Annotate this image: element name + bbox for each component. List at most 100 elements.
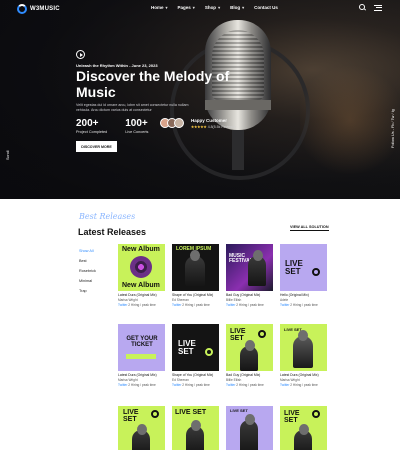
- album-cover[interactable]: LIVE SET: [280, 244, 327, 291]
- discover-more-button[interactable]: DISCOVER MORE: [76, 141, 117, 152]
- menu-item-blog[interactable]: Blog ▾: [230, 5, 244, 10]
- site-logo[interactable]: W3MUSIC: [17, 4, 60, 14]
- track-title[interactable]: Latest Dura (Original Mix): [118, 293, 165, 297]
- hero-description: Velit egestas dui id ornare arcu, lobm s…: [76, 103, 189, 112]
- scroll-indicator[interactable]: Scroll: [6, 151, 10, 161]
- album-cover[interactable]: LOREM IPSUM: [172, 244, 219, 291]
- track-meta: Twitter 2 Hiring / peak time: [280, 303, 318, 308]
- menu-label: Pages: [177, 5, 191, 10]
- cover-text: LIVE SET: [230, 408, 248, 413]
- track-meta: Twitter 2 Hiring / peak time: [226, 303, 264, 308]
- artist-photo: [293, 330, 313, 368]
- release-card[interactable]: LIVE SET: [226, 406, 273, 450]
- album-cover[interactable]: LIVE SET: [280, 406, 327, 450]
- cover-text: LIVE SET: [123, 409, 139, 423]
- album-cover[interactable]: GET YOUR TICKET: [118, 324, 165, 371]
- artist-photo: [185, 250, 205, 286]
- genre-filter: Show All Best Rosebrick Minimal Trap: [78, 246, 96, 296]
- rating: ★★★★★ 4.8(5.5k Reviews): [191, 125, 236, 129]
- release-card[interactable]: MUSIC FESTIVAL Bad Guy (Original Mix) Bi…: [226, 244, 273, 307]
- cover-text: LIVE SET: [284, 410, 300, 424]
- hero-stats: 200+ Project Completed 100+ Live Concert…: [76, 118, 148, 134]
- stat-value: 200+: [76, 118, 99, 129]
- release-card[interactable]: LIVE SET Shape of You (Original Mix) Ed …: [172, 324, 219, 387]
- track-meta: Twitter 2 Hiring / peak time: [280, 383, 318, 388]
- release-card[interactable]: LIVE SET: [118, 406, 165, 450]
- track-title[interactable]: Latest Dura (Original Mix): [280, 373, 327, 377]
- release-card[interactable]: LOREM IPSUM Shape of You (Original Mix) …: [172, 244, 219, 307]
- genre-filter-best[interactable]: Best: [78, 256, 96, 266]
- ticket-banner: [126, 354, 156, 359]
- customer-rating: Happy Customer ★★★★★ 4.8(5.5k Reviews): [191, 118, 236, 129]
- album-cover[interactable]: LIVE SET: [226, 406, 273, 450]
- stat-value: 100+: [125, 118, 148, 129]
- track-title[interactable]: Hello (Original Mix): [280, 293, 327, 297]
- microphone-band: [205, 100, 271, 110]
- release-card[interactable]: LIVE SET: [172, 406, 219, 450]
- main-menu: Home ▾ Pages ▾ Shop ▾ Blog ▾ Contact Us: [151, 5, 278, 10]
- track-meta: Twitter 2 Hiring / peak time: [172, 383, 210, 388]
- hamburger-menu-icon[interactable]: [374, 4, 382, 11]
- genre-filter-show-all[interactable]: Show All: [78, 246, 96, 256]
- vinyl-record-image: [130, 256, 152, 278]
- menu-label: Home: [151, 5, 164, 10]
- genre-filter-minimal[interactable]: Minimal: [78, 276, 96, 286]
- album-cover[interactable]: LIVE SET: [172, 406, 219, 450]
- artist-photo: [132, 424, 150, 450]
- release-card[interactable]: GET YOUR TICKET Latest Dura (Original Mi…: [118, 324, 165, 387]
- track-title[interactable]: Latest Dura (Original Mix): [118, 373, 165, 377]
- hero-title: Discover the Melody of Music: [76, 68, 230, 100]
- release-card[interactable]: LIVE SET Latest Dura (Original Mix) Mari…: [280, 324, 327, 387]
- artist-photo: [240, 340, 258, 371]
- chevron-down-icon: ▾: [242, 5, 245, 10]
- chevron-down-icon: ▾: [165, 5, 168, 10]
- cover-text: New Album: [122, 246, 160, 253]
- record-icon: [258, 330, 266, 338]
- chevron-down-icon: ▾: [218, 5, 221, 10]
- release-card[interactable]: LIVE SET Hello (Original Mix) Adele Twit…: [280, 244, 327, 307]
- section-script-title: Best Releases: [79, 212, 136, 221]
- track-artist: Billie Eilish: [226, 378, 242, 383]
- record-icon: [151, 410, 159, 418]
- album-cover[interactable]: MUSIC FESTIVAL: [226, 244, 273, 291]
- album-cover[interactable]: LIVE SET: [226, 324, 273, 371]
- album-cover[interactable]: New Album New Album: [118, 244, 165, 291]
- chevron-down-icon: ▾: [192, 5, 195, 10]
- social-follow[interactable]: Follow Us - Fb / Tw / Ig: [391, 109, 395, 148]
- track-artist: Adele: [280, 298, 289, 303]
- view-all-link[interactable]: VIEW ALL SOLUTION: [290, 225, 329, 231]
- customer-avatars: [160, 118, 184, 128]
- menu-item-home[interactable]: Home ▾: [151, 5, 168, 10]
- record-icon: [205, 348, 213, 356]
- track-title[interactable]: Bad Guy (Original Mix): [226, 293, 273, 297]
- menu-item-pages[interactable]: Pages ▾: [178, 5, 195, 10]
- nav-actions: [359, 4, 382, 11]
- track-title[interactable]: Shape of You (Original Mix): [172, 293, 219, 297]
- track-artist: Ed Sheeran: [172, 378, 189, 383]
- track-title[interactable]: Bad Guy (Original Mix): [226, 373, 273, 377]
- stat-label: Project Completed: [76, 130, 108, 134]
- track-artist: Marisa Wright: [280, 378, 300, 383]
- record-icon: [312, 410, 320, 418]
- track-artist: Marisa Wright: [118, 298, 138, 303]
- studio-light: [300, 60, 400, 180]
- album-cover[interactable]: LIVE SET: [172, 324, 219, 371]
- album-cover[interactable]: LIVE SET: [118, 406, 165, 450]
- search-icon[interactable]: [359, 4, 366, 11]
- track-title[interactable]: Shape of You (Original Mix): [172, 373, 219, 377]
- cover-text: MUSIC FESTIVAL: [229, 253, 253, 264]
- menu-item-contact[interactable]: Contact Us: [254, 5, 278, 10]
- release-card[interactable]: LIVE SET Bad Guy (Original Mix) Billie E…: [226, 324, 273, 387]
- artist-photo: [248, 250, 266, 286]
- stat-label: Live Concerts: [125, 130, 149, 134]
- release-card[interactable]: New Album New Album Latest Dura (Origina…: [118, 244, 165, 307]
- genre-filter-rosebrick[interactable]: Rosebrick: [78, 266, 96, 276]
- genre-filter-trap[interactable]: Trap: [78, 286, 96, 296]
- release-card[interactable]: LIVE SET: [280, 406, 327, 450]
- album-cover[interactable]: LIVE SET: [280, 324, 327, 371]
- track-artist: Billie Eilish: [226, 298, 242, 303]
- menu-item-shop[interactable]: Shop ▾: [205, 5, 220, 10]
- track-meta: Twitter 2 Hiring / peak time: [118, 383, 156, 388]
- logo-text: W3MUSIC: [30, 6, 60, 12]
- play-icon[interactable]: [76, 50, 85, 59]
